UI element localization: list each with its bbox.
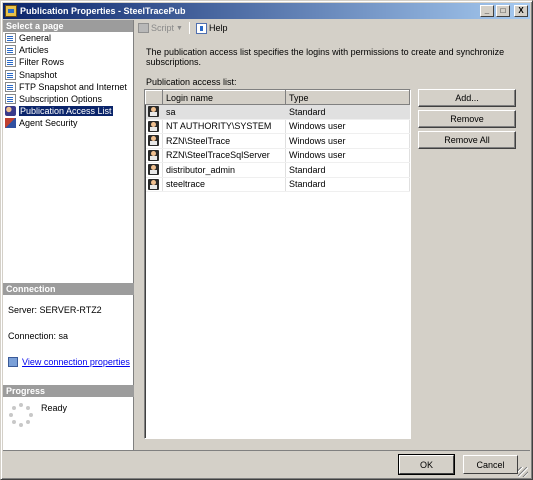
login-name-cell: sa: [162, 104, 286, 120]
page-item-label: General: [19, 33, 52, 44]
user-icon: [147, 164, 159, 176]
user-icon: [147, 149, 159, 161]
connection-header: Connection: [3, 283, 134, 295]
connection-properties-icon: [8, 357, 18, 367]
type-cell: Standard: [285, 177, 410, 192]
type-cell: Windows user: [285, 119, 410, 134]
table-row[interactable]: distributor_admin Standard: [145, 162, 410, 178]
icon-column-header[interactable]: [145, 90, 163, 105]
resize-grip-icon[interactable]: [518, 467, 528, 477]
type-cell: Windows user: [285, 148, 410, 163]
user-icon: [147, 135, 159, 147]
type-cell: Windows user: [285, 133, 410, 149]
page-item-publication-access-list[interactable]: Publication Access List: [3, 105, 133, 117]
ok-button[interactable]: OK: [398, 454, 455, 475]
table-row[interactable]: steeltrace Standard: [145, 177, 410, 192]
view-connection-properties-text[interactable]: View connection properties: [22, 357, 130, 367]
users-icon: [5, 106, 16, 117]
progress-section: Progress Ready: [3, 385, 134, 427]
page-icon: [5, 69, 16, 80]
login-name-cell: RZN\SteelTrace: [162, 133, 286, 149]
page-item-label: Publication Access List: [19, 106, 113, 117]
login-name-cell: steeltrace: [162, 177, 286, 192]
page-icon: [5, 94, 16, 105]
page-item-label: FTP Snapshot and Internet: [19, 81, 127, 92]
select-page-header: Select a page: [3, 20, 133, 32]
type-cell: Standard: [285, 162, 410, 178]
main-content: The publication access list specifies th…: [136, 37, 531, 450]
page-icon: [5, 33, 16, 44]
page-item-general[interactable]: General: [3, 32, 133, 44]
user-icon: [147, 106, 159, 118]
page-icon: [5, 57, 16, 68]
page-item-subscription-options[interactable]: Subscription Options: [3, 93, 133, 105]
title-bar[interactable]: Publication Properties - SteelTracePub _…: [3, 3, 530, 19]
page-item-filter-rows[interactable]: Filter Rows: [3, 56, 133, 68]
cancel-button[interactable]: Cancel: [463, 455, 518, 474]
toolbar-separator: [188, 22, 190, 34]
page-item-label: Agent Security: [19, 118, 78, 129]
table-row[interactable]: RZN\SteelTrace Windows user: [145, 133, 410, 149]
page-list: General Articles Filter Rows Snapshot FT…: [3, 32, 133, 130]
progress-spinner-icon: [9, 403, 33, 427]
minimize-button[interactable]: _: [480, 5, 494, 17]
table-row[interactable]: sa Standard: [145, 104, 410, 120]
connection-label: Connection: sa: [8, 331, 69, 341]
progress-row: Ready: [3, 397, 134, 427]
page-item-label: Articles: [19, 45, 49, 56]
window-title: Publication Properties - SteelTracePub: [20, 6, 186, 16]
dialog-footer: OK Cancel: [3, 450, 530, 479]
page-item-snapshot[interactable]: Snapshot: [3, 69, 133, 81]
script-label: Script: [151, 23, 175, 33]
access-list-grid[interactable]: Login name Type sa Standard NT AUTHORITY…: [144, 89, 411, 439]
help-icon: [195, 22, 207, 34]
login-name-cell: NT AUTHORITY\SYSTEM: [162, 119, 286, 134]
add-button[interactable]: Add...: [418, 89, 516, 107]
close-button[interactable]: X: [514, 5, 528, 17]
page-item-agent-security[interactable]: Agent Security: [3, 117, 133, 129]
remove-button[interactable]: Remove: [418, 110, 516, 128]
progress-header: Progress: [3, 385, 134, 397]
remove-all-button[interactable]: Remove All: [418, 131, 516, 149]
access-list-label: Publication access list:: [146, 77, 237, 87]
side-buttons: Add... Remove Remove All: [418, 89, 516, 152]
table-row[interactable]: NT AUTHORITY\SYSTEM Windows user: [145, 119, 410, 134]
table-row[interactable]: RZN\SteelTraceSqlServer Windows user: [145, 148, 410, 163]
left-pane: Select a page General Articles Filter Ro…: [3, 20, 134, 450]
page-icon: [5, 45, 16, 56]
script-button[interactable]: Script ▼: [138, 23, 183, 33]
login-name-column-header[interactable]: Login name: [162, 90, 286, 105]
view-connection-properties-link[interactable]: View connection properties: [3, 357, 134, 367]
progress-status: Ready: [41, 403, 68, 413]
login-name-cell: RZN\SteelTraceSqlServer: [162, 148, 286, 163]
page-item-label: Filter Rows: [19, 57, 65, 68]
page-item-articles[interactable]: Articles: [3, 44, 133, 56]
app-icon: [5, 5, 17, 17]
page-icon: [5, 81, 16, 92]
help-button[interactable]: Help: [195, 22, 228, 34]
connection-section: Connection Server: SERVER-RTZ2 Connectio…: [3, 283, 134, 367]
chevron-down-icon: ▼: [176, 24, 183, 32]
script-icon: [138, 23, 149, 33]
type-cell: Standard: [285, 104, 410, 120]
page-item-label: Subscription Options: [19, 94, 103, 105]
page-item-ftp-snapshot[interactable]: FTP Snapshot and Internet: [3, 81, 133, 93]
help-label: Help: [208, 23, 228, 33]
user-icon: [147, 120, 159, 132]
publication-properties-dialog: Publication Properties - SteelTracePub _…: [0, 0, 533, 480]
login-name-cell: distributor_admin: [162, 162, 286, 178]
page-item-label: Snapshot: [19, 69, 58, 80]
user-icon: [147, 178, 159, 190]
toolbar: Script ▼ Help: [135, 20, 530, 36]
maximize-button[interactable]: □: [496, 5, 510, 17]
type-column-header[interactable]: Type: [285, 90, 410, 105]
server-label: Server: SERVER-RTZ2: [8, 305, 102, 315]
agent-icon: [5, 118, 16, 129]
description-text: The publication access list specifies th…: [146, 47, 505, 67]
